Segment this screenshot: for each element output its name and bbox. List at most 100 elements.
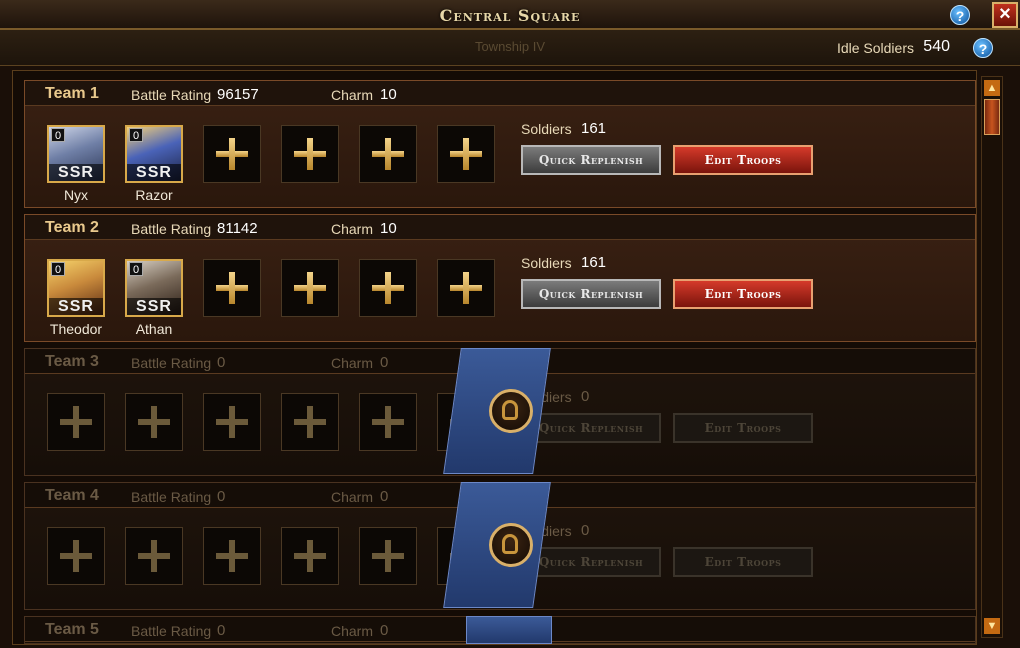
- scroll-down-icon[interactable]: ▼: [984, 618, 1000, 634]
- empty-hero-slot[interactable]: [359, 259, 417, 317]
- empty-hero-slot[interactable]: [359, 125, 417, 183]
- idle-soldiers-label: Idle Soldiers: [836, 40, 914, 56]
- plus-icon: [360, 528, 416, 584]
- team-name: Team 1: [45, 85, 99, 102]
- plus-icon: [48, 394, 104, 450]
- empty-hero-slot[interactable]: [281, 125, 339, 183]
- edit-troops-button: Edit Troops: [673, 547, 813, 577]
- empty-hero-slot: [281, 527, 339, 585]
- plus-icon: [282, 394, 338, 450]
- plus-icon: [360, 260, 416, 316]
- plus-icon: [48, 528, 104, 584]
- charm-value: 0: [380, 488, 389, 505]
- battle-rating-value: 81142: [217, 220, 258, 237]
- sub-header: Township IV Idle Soldiers 540 ?: [0, 30, 1020, 66]
- idle-soldiers-value: 540: [923, 38, 950, 55]
- empty-hero-slot[interactable]: [203, 259, 261, 317]
- empty-hero-slot[interactable]: [281, 259, 339, 317]
- hero-level: 0: [51, 262, 65, 276]
- edit-troops-button: Edit Troops: [673, 413, 813, 443]
- plus-icon: [360, 126, 416, 182]
- hero-name: Nyx: [63, 187, 89, 203]
- scroll-thumb[interactable]: [984, 99, 1000, 135]
- empty-hero-slot: [203, 393, 261, 451]
- hero-name: Theodor: [49, 321, 103, 337]
- lock-icon: [489, 523, 533, 567]
- plus-icon: [282, 260, 338, 316]
- team-header: Team 2 Battle Rating 81142 Charm 10: [25, 215, 975, 240]
- edit-troops-button[interactable]: Edit Troops: [673, 145, 813, 175]
- window-title: Central Square: [439, 6, 581, 25]
- lock-banner[interactable]: [443, 348, 551, 474]
- team-name: Team 4: [45, 487, 99, 504]
- team-name: Team 2: [45, 219, 99, 236]
- charm-value: 10: [380, 86, 397, 103]
- battle-rating-value: 96157: [217, 86, 259, 103]
- battle-rating-label: Battle Rating: [131, 221, 212, 237]
- plus-icon: [126, 394, 182, 450]
- scrollbar[interactable]: ▲ ▼: [981, 76, 1003, 638]
- battle-rating-value: 0: [217, 488, 226, 505]
- empty-hero-slot: [47, 527, 105, 585]
- lock-icon: [489, 389, 533, 433]
- charm-value: 10: [380, 220, 397, 237]
- charm-label: Charm: [331, 489, 374, 505]
- plus-icon: [204, 260, 260, 316]
- team-name: Team 5: [45, 621, 99, 638]
- soldiers-label: Soldiers: [521, 255, 572, 271]
- battle-rating-label: Battle Rating: [131, 489, 212, 505]
- lock-banner[interactable]: [466, 616, 552, 644]
- hero-level: 0: [51, 128, 65, 142]
- lock-banner[interactable]: [443, 482, 551, 608]
- edit-troops-button[interactable]: Edit Troops: [673, 279, 813, 309]
- hero-name: Razor: [135, 187, 173, 203]
- plus-icon: [438, 260, 494, 316]
- charm-label: Charm: [331, 623, 374, 639]
- hero-rank: SSR: [49, 298, 103, 315]
- battle-rating-label: Battle Rating: [131, 87, 212, 103]
- empty-hero-slot: [203, 527, 261, 585]
- empty-hero-slot[interactable]: [437, 259, 495, 317]
- soldiers-value: 161: [581, 120, 607, 137]
- team-card: Team 2 Battle Rating 81142 Charm 10 0 SS…: [24, 214, 976, 342]
- hero-portrait[interactable]: 0 SSR: [47, 259, 105, 317]
- hero-portrait[interactable]: 0 SSR: [47, 125, 105, 183]
- battle-rating-label: Battle Rating: [131, 355, 212, 371]
- team-card: Team 1 Battle Rating 96157 Charm 10 0 SS…: [24, 80, 976, 208]
- plus-icon: [360, 394, 416, 450]
- soldiers-value: 0: [581, 388, 590, 405]
- charm-value: 0: [380, 354, 389, 371]
- plus-icon: [204, 394, 260, 450]
- soldiers-label: Soldiers: [521, 121, 572, 137]
- team-name: Team 3: [45, 353, 99, 370]
- empty-hero-slot[interactable]: [203, 125, 261, 183]
- battle-rating-value: 0: [217, 354, 226, 371]
- empty-hero-slot: [125, 393, 183, 451]
- empty-hero-slot[interactable]: [437, 125, 495, 183]
- charm-label: Charm: [331, 87, 374, 103]
- empty-hero-slot: [359, 393, 417, 451]
- hero-rank: SSR: [127, 298, 181, 315]
- charm-value: 0: [380, 622, 389, 639]
- hero-name: Athan: [135, 321, 173, 337]
- plus-icon: [438, 126, 494, 182]
- charm-label: Charm: [331, 355, 374, 371]
- help-icon[interactable]: ?: [950, 5, 970, 25]
- plus-icon: [282, 126, 338, 182]
- empty-hero-slot: [281, 393, 339, 451]
- help-icon[interactable]: ?: [973, 38, 993, 58]
- scroll-up-icon[interactable]: ▲: [984, 80, 1000, 96]
- hero-rank: SSR: [49, 164, 103, 181]
- close-button[interactable]: ×: [992, 2, 1018, 28]
- quick-replenish-button: Quick Replenish: [521, 547, 661, 577]
- quick-replenish-button: Quick Replenish: [521, 413, 661, 443]
- quick-replenish-button[interactable]: Quick Replenish: [521, 279, 661, 309]
- hero-portrait[interactable]: 0 SSR: [125, 125, 183, 183]
- plus-icon: [204, 528, 260, 584]
- hero-portrait[interactable]: 0 SSR: [125, 259, 183, 317]
- quick-replenish-button[interactable]: Quick Replenish: [521, 145, 661, 175]
- empty-hero-slot: [125, 527, 183, 585]
- plus-icon: [282, 528, 338, 584]
- title-bar: Central Square ? ×: [0, 0, 1020, 30]
- plus-icon: [204, 126, 260, 182]
